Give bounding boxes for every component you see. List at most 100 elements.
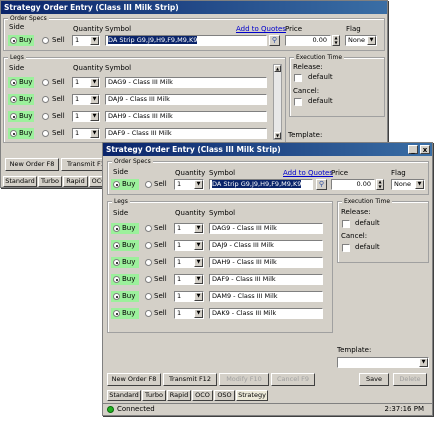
back-price-input[interactable]: 0.00 — [285, 35, 331, 46]
leg5-buy-radio[interactable] — [113, 293, 120, 300]
back-release-checkbox[interactable] — [294, 74, 302, 82]
back-leg2-buy-radio[interactable] — [10, 96, 17, 103]
back-buy-radio[interactable] — [10, 37, 17, 44]
back-legs-scrollbar[interactable]: ▲ ▼ — [273, 64, 282, 140]
add-to-quotes-link[interactable]: Add to Quotes — [283, 169, 333, 178]
chevron-down-icon[interactable]: ▼ — [90, 129, 99, 138]
scroll-down-icon[interactable]: ▼ — [274, 132, 281, 139]
chevron-down-icon[interactable]: ▼ — [415, 180, 424, 189]
leg2-sell-radio[interactable] — [145, 242, 152, 249]
price-input[interactable]: 0.00 — [331, 179, 375, 190]
back-leg2-symbol-input[interactable]: DAJ9 - Class III Milk — [105, 94, 267, 105]
back-tab-turbo[interactable]: Turbo — [38, 176, 62, 187]
back-price-spinner[interactable]: ▲ ▼ — [332, 35, 340, 46]
leg3-quantity-select[interactable]: 1 ▼ — [174, 257, 204, 268]
back-leg4-sell-radio[interactable] — [42, 130, 49, 137]
back-leg1-buy-radio[interactable] — [10, 79, 17, 86]
leg3-sell-radio[interactable] — [145, 259, 152, 266]
chevron-down-icon[interactable]: ▼ — [419, 358, 428, 367]
back-leg3-quantity-select[interactable]: 1 ▼ — [72, 111, 100, 122]
leg1-sell-radio[interactable] — [145, 225, 152, 232]
cancel-button[interactable]: Cancel F9 — [271, 373, 315, 386]
back-tab-rapid[interactable]: Rapid — [63, 176, 88, 187]
back-leg1-quantity-select[interactable]: 1 ▼ — [72, 77, 100, 88]
quantity-select[interactable]: 1 ▼ — [174, 179, 204, 190]
back-leg3-buy-radio[interactable] — [10, 113, 17, 120]
modify-button[interactable]: Modify F10 — [219, 373, 269, 386]
leg1-symbol-input[interactable]: DAG9 - Class III Milk — [209, 223, 323, 234]
front-window-titlebar: Strategy Order Entry (Class III Milk Str… — [103, 143, 432, 156]
leg2-quantity-select[interactable]: 1 ▼ — [174, 240, 204, 251]
buy-radio[interactable] — [113, 181, 120, 188]
chevron-down-icon[interactable]: ▼ — [90, 112, 99, 121]
back-leg2-sell-radio[interactable] — [42, 96, 49, 103]
tab-turbo[interactable]: Turbo — [142, 390, 166, 401]
minimize-icon[interactable]: _ — [408, 145, 418, 154]
back-magnifier-icon[interactable]: ⚲ — [269, 35, 280, 46]
back-leg3-sell-radio[interactable] — [42, 113, 49, 120]
back-new-order-button[interactable]: New Order F8 — [5, 158, 59, 171]
back-leg3-symbol-input[interactable]: DAH9 - Class III Milk — [105, 111, 267, 122]
chevron-down-icon[interactable]: ▼ — [90, 36, 99, 45]
back-sell-radio[interactable] — [42, 37, 49, 44]
template-select[interactable]: ▼ — [337, 357, 429, 368]
chevron-down-icon[interactable]: ▼ — [194, 292, 203, 301]
transmit-button[interactable]: Transmit F12 — [163, 373, 217, 386]
leg1-buy-radio[interactable] — [113, 225, 120, 232]
back-add-to-quotes-link[interactable]: Add to Quotes — [236, 25, 286, 34]
sell-radio[interactable] — [145, 181, 152, 188]
cancel-checkbox[interactable] — [342, 244, 350, 252]
chevron-down-icon[interactable]: ▼ — [367, 36, 376, 45]
price-spinner[interactable]: ▲ ▼ — [376, 179, 384, 190]
release-checkbox[interactable] — [342, 220, 350, 228]
back-symbol-input[interactable]: DA Strip G9,J9,H9,F9,M9,K9 — [105, 35, 267, 46]
leg2-symbol-input[interactable]: DAJ9 - Class III Milk — [209, 240, 323, 251]
delete-button[interactable]: Delete — [393, 373, 427, 386]
leg4-sell-radio[interactable] — [145, 276, 152, 283]
new-order-button[interactable]: New Order F8 — [107, 373, 161, 386]
back-leg1-symbol-input[interactable]: DAG9 - Class III Milk — [105, 77, 267, 88]
save-button[interactable]: Save — [359, 373, 389, 386]
leg5-quantity-select[interactable]: 1 ▼ — [174, 291, 204, 302]
close-icon[interactable]: x — [420, 145, 430, 154]
chevron-down-icon[interactable]: ▼ — [90, 95, 99, 104]
leg6-buy-radio[interactable] — [113, 310, 120, 317]
chevron-down-icon[interactable]: ▼ — [194, 241, 203, 250]
back-cancel-checkbox[interactable] — [294, 98, 302, 106]
leg4-symbol-input[interactable]: DAF9 - Class III Milk — [209, 274, 323, 285]
leg4-buy-radio[interactable] — [113, 276, 120, 283]
back-flag-select[interactable]: None ▼ — [345, 35, 377, 46]
scroll-up-icon[interactable]: ▲ — [274, 65, 281, 72]
leg6-symbol-input[interactable]: DAK9 - Class III Milk — [209, 308, 323, 319]
chevron-down-icon[interactable]: ▼ — [90, 78, 99, 87]
leg5-symbol-input[interactable]: DAM9 - Class III Milk — [209, 291, 323, 302]
chevron-down-icon[interactable]: ▼ — [194, 258, 203, 267]
leg4-quantity-select[interactable]: 1 ▼ — [174, 274, 204, 285]
chevron-down-icon[interactable]: ▼ — [194, 309, 203, 318]
tab-strategy[interactable]: Strategy — [236, 390, 268, 401]
flag-select[interactable]: None ▼ — [391, 179, 425, 190]
leg5-sell-radio[interactable] — [145, 293, 152, 300]
back-leg4-quantity-select[interactable]: 1 ▼ — [72, 128, 100, 139]
tab-standard[interactable]: Standard — [107, 390, 141, 401]
symbol-input[interactable]: DA Strip G9,J9,H9,F9,M9,K9 — [209, 179, 313, 190]
back-quantity-select[interactable]: 1 ▼ — [72, 35, 100, 46]
back-leg4-symbol-input[interactable]: DAF9 - Class III Milk — [105, 128, 267, 139]
tab-oco[interactable]: OCO — [192, 390, 213, 401]
tab-oso[interactable]: OSO — [214, 390, 235, 401]
leg6-sell-radio[interactable] — [145, 310, 152, 317]
tab-rapid[interactable]: Rapid — [167, 390, 191, 401]
leg6-quantity-select[interactable]: 1 ▼ — [174, 308, 204, 319]
leg3-symbol-input[interactable]: DAH9 - Class III Milk — [209, 257, 323, 268]
chevron-down-icon[interactable]: ▼ — [194, 275, 203, 284]
leg2-buy-radio[interactable] — [113, 242, 120, 249]
chevron-down-icon[interactable]: ▼ — [194, 180, 203, 189]
back-leg2-quantity-select[interactable]: 1 ▼ — [72, 94, 100, 105]
back-tab-standard[interactable]: Standard — [3, 176, 37, 187]
magnifier-icon[interactable]: ⚲ — [316, 179, 327, 190]
leg3-buy-radio[interactable] — [113, 259, 120, 266]
back-leg4-buy-radio[interactable] — [10, 130, 17, 137]
leg1-quantity-select[interactable]: 1 ▼ — [174, 223, 204, 234]
chevron-down-icon[interactable]: ▼ — [194, 224, 203, 233]
back-leg1-sell-radio[interactable] — [42, 79, 49, 86]
